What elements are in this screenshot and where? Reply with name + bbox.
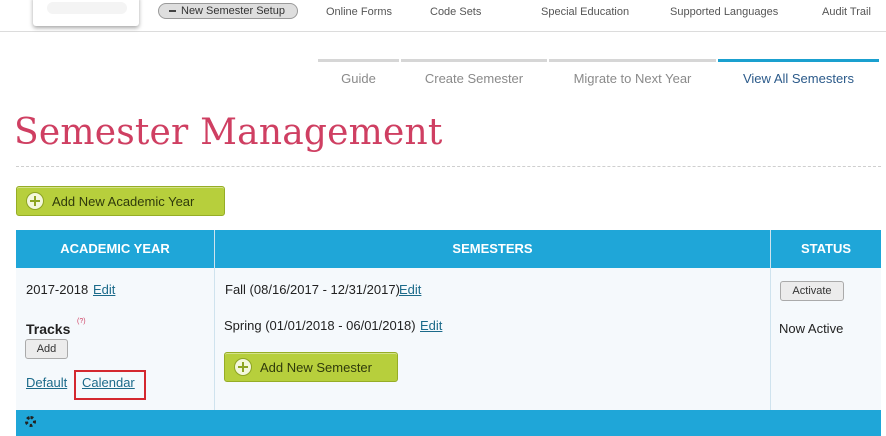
edit-spring-link[interactable]: Edit [420,318,442,333]
status-text: Now Active [779,321,844,336]
add-semester-button[interactable]: Add New Semester [224,352,398,382]
header-status: STATUS [771,230,881,268]
new-semester-setup-label: New Semester Setup [181,5,285,17]
tab-view-all-semesters[interactable]: View All Semesters [718,59,879,87]
table-footer [16,410,881,436]
default-link[interactable]: Default [26,375,67,390]
edit-year-link[interactable]: Edit [93,282,115,297]
header-semesters: SEMESTERS [215,230,770,268]
tab-guide[interactable]: Guide [318,59,399,87]
top-nav: New Semester Setup Online Forms Code Set… [0,0,886,32]
logo-mark [47,2,127,14]
title-divider [16,166,881,167]
calendar-highlight-box [74,370,146,400]
add-academic-year-button[interactable]: Add New Academic Year [16,186,225,216]
page-title: Semester Management [14,112,443,153]
add-semester-label: Add New Semester [260,360,372,375]
activate-button[interactable]: Activate [780,281,844,301]
tab-create-semester[interactable]: Create Semester [401,59,547,87]
edit-fall-link[interactable]: Edit [399,282,421,297]
column-divider [770,230,771,410]
gear-icon[interactable] [25,416,36,427]
academic-year-value: 2017-2018 [26,282,89,297]
add-track-button[interactable]: Add [25,339,68,359]
plus-icon [234,358,252,376]
header-academic-year: ACADEMIC YEAR [16,230,214,268]
semester-fall: Fall (08/16/2017 - 12/31/2017) [225,282,400,297]
minus-icon [169,10,176,12]
nav-special-education[interactable]: Special Education [541,6,629,18]
add-academic-year-label: Add New Academic Year [52,194,195,209]
semester-spring: Spring (01/01/2018 - 06/01/2018) [224,318,416,333]
semesters-table: ACADEMIC YEAR SEMESTERS STATUS 2017-2018… [16,230,881,436]
nav-online-forms[interactable]: Online Forms [326,6,392,18]
new-semester-setup-button[interactable]: New Semester Setup [158,3,298,19]
tracks-label: Tracks [26,321,71,337]
column-divider [214,230,215,410]
nav-code-sets[interactable]: Code Sets [430,6,481,18]
nav-supported-languages[interactable]: Supported Languages [670,6,778,18]
logo[interactable] [33,0,139,26]
tab-migrate-to-next-year[interactable]: Migrate to Next Year [549,59,716,87]
plus-icon [26,192,44,210]
nav-audit-trail[interactable]: Audit Trail [822,6,871,18]
tracks-help-icon[interactable]: (?) [77,318,86,325]
